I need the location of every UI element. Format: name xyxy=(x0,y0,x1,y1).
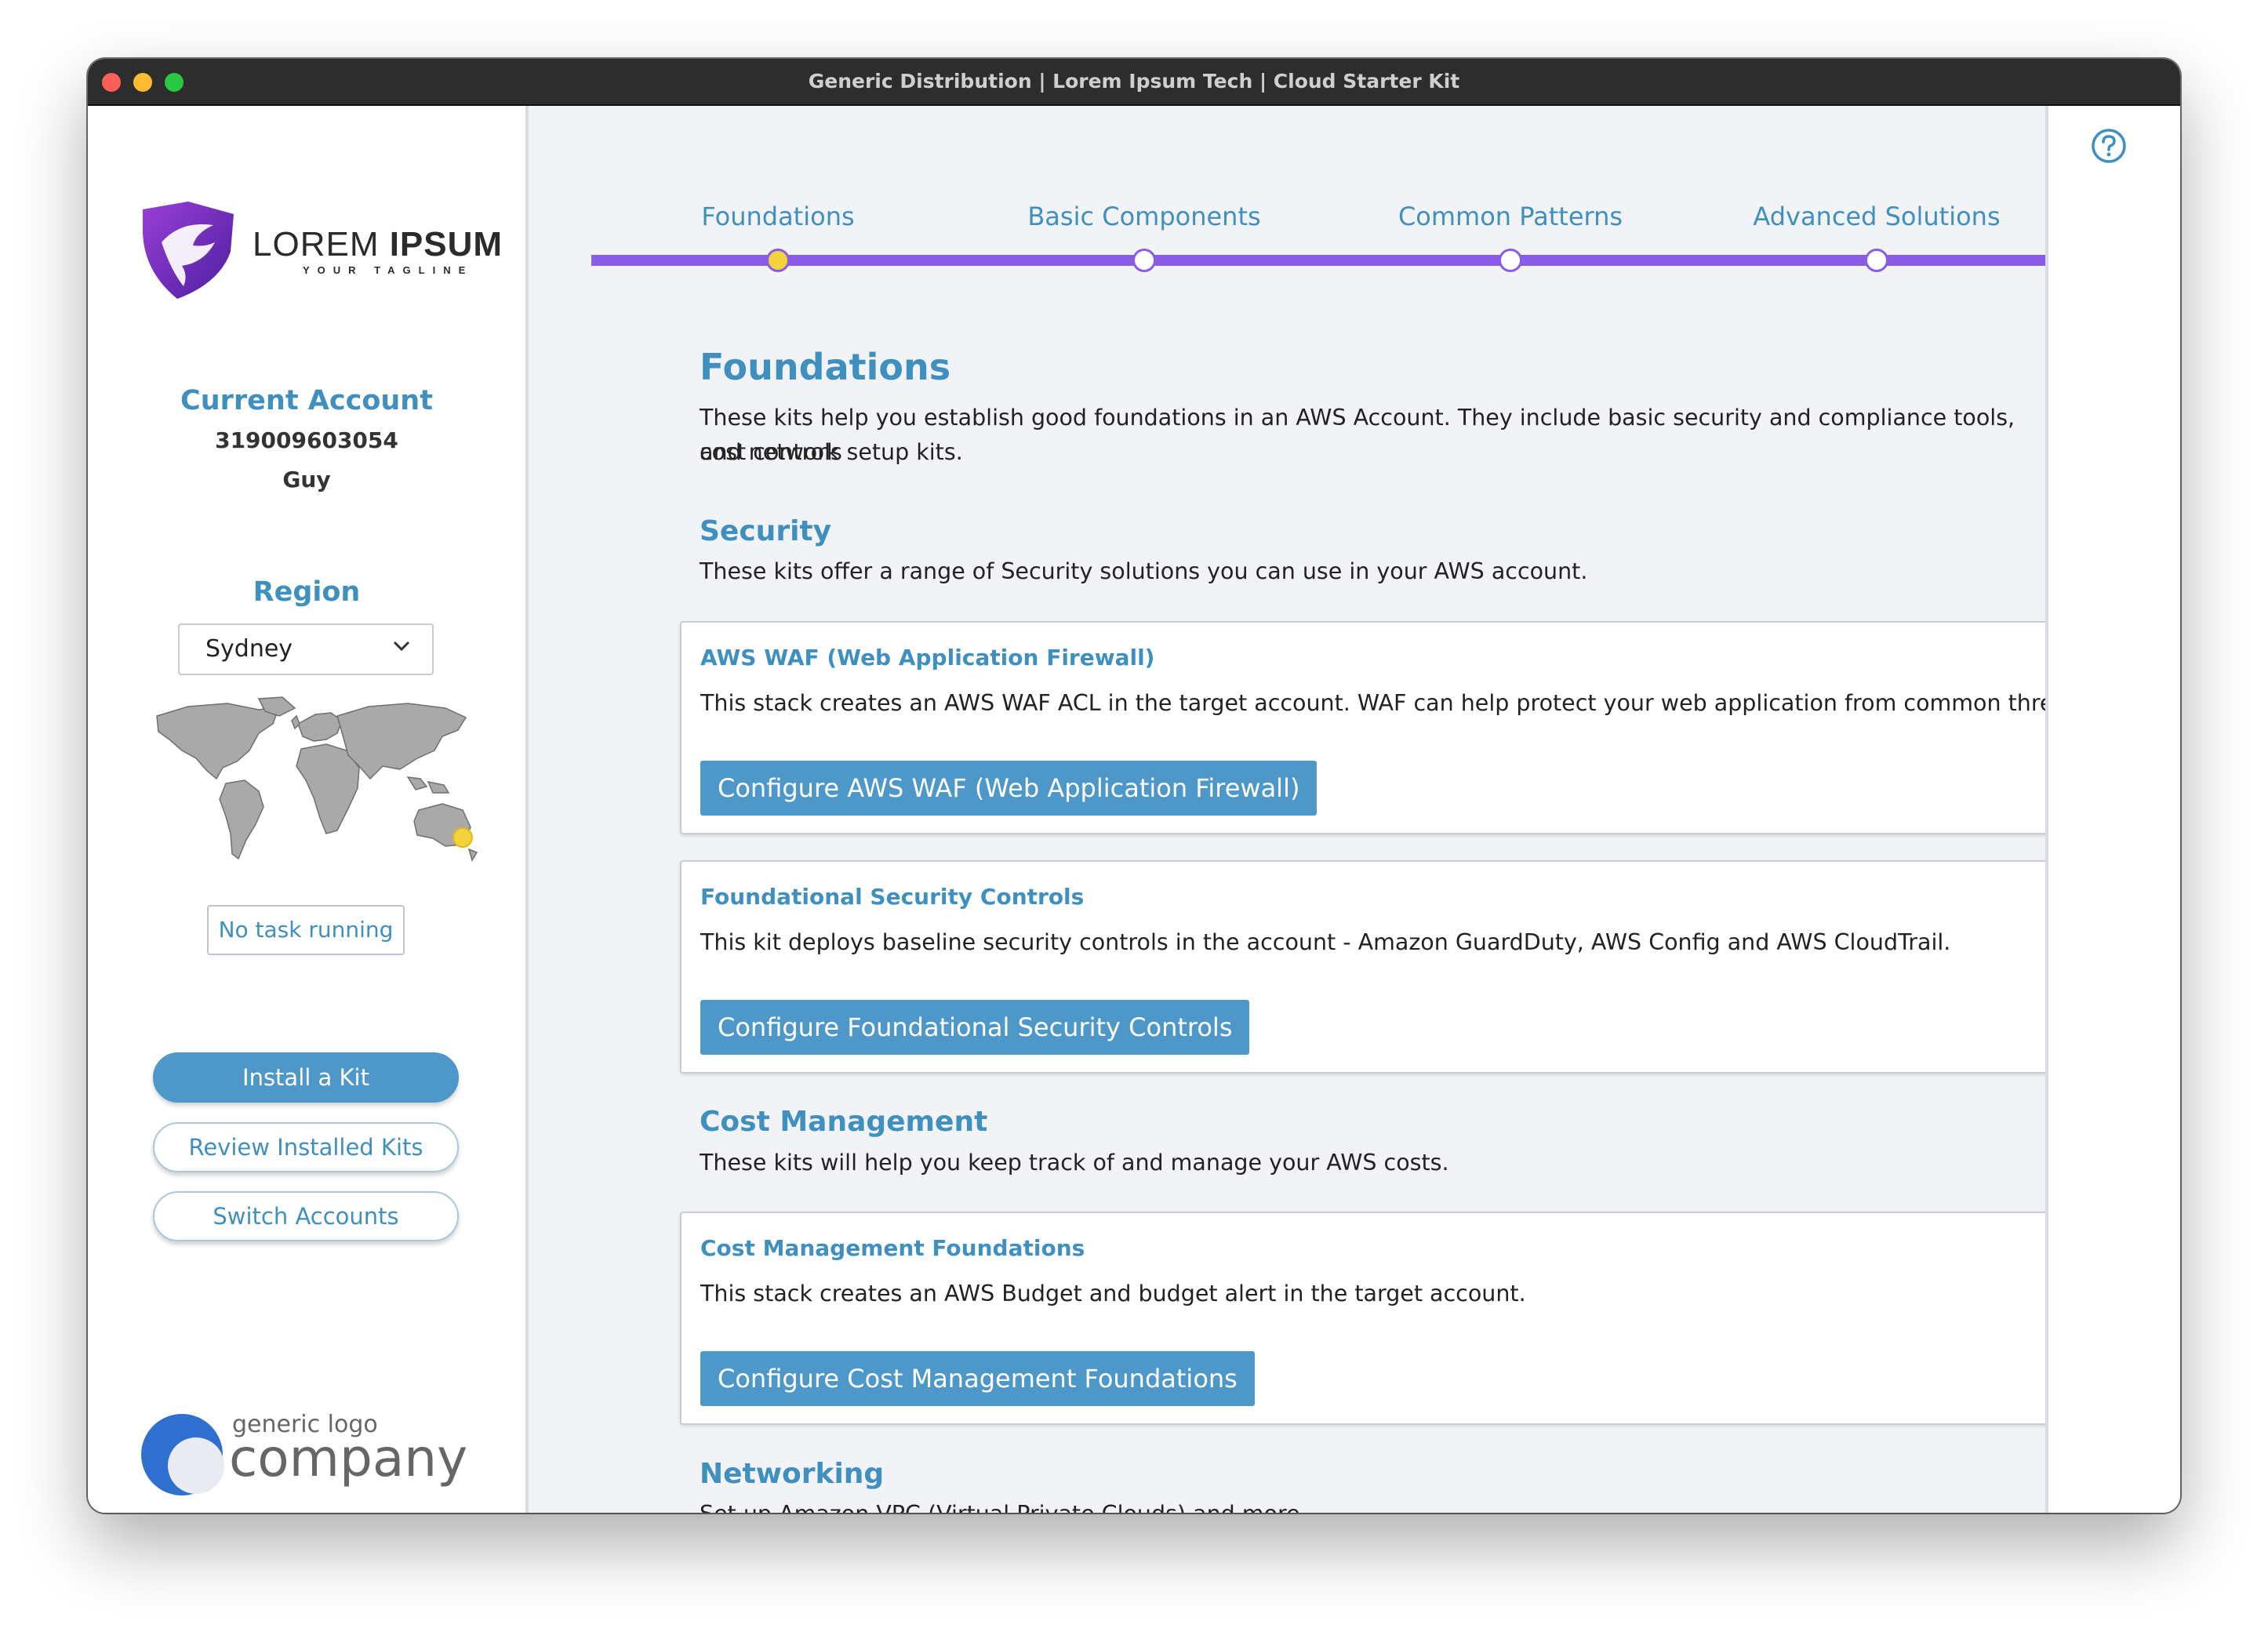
kit-card-title: Foundational Security Controls xyxy=(700,884,1085,910)
kit-card-description: This stack creates an AWS Budget and bud… xyxy=(700,1281,1526,1306)
account-name: Guy xyxy=(282,467,331,492)
brand-tagline: YOUR TAGLINE xyxy=(303,264,474,276)
region-select[interactable]: Sydney xyxy=(178,623,434,675)
kit-card-description: This kit deploys baseline security contr… xyxy=(700,929,1951,955)
app-window: Generic Distribution | Lorem Ipsum Tech … xyxy=(88,59,2180,1513)
step-dot-advanced-solutions[interactable] xyxy=(1865,249,1888,272)
kit-card-title: Cost Management Foundations xyxy=(700,1235,1085,1261)
region-select-value: Sydney xyxy=(205,635,293,663)
switch-accounts-button[interactable]: Switch Accounts xyxy=(153,1191,459,1241)
step-dot-foundations[interactable] xyxy=(766,249,790,272)
title-bar: Generic Distribution | Lorem Ipsum Tech … xyxy=(88,59,2180,106)
shield-logo-icon xyxy=(143,202,234,299)
help-circle-icon[interactable] xyxy=(2091,128,2127,164)
task-status: No task running xyxy=(207,905,405,955)
kit-card-title: AWS WAF (Web Application Firewall) xyxy=(700,645,1155,670)
security-heading: Security xyxy=(700,515,832,547)
company-logo-icon xyxy=(141,1414,224,1495)
main-content: Foundations Basic Components Common Patt… xyxy=(529,106,2045,1513)
step-advanced-solutions[interactable]: Advanced Solutions xyxy=(1753,202,2000,231)
page-title: Foundations xyxy=(700,346,951,388)
install-kit-button[interactable]: Install a Kit xyxy=(153,1052,459,1103)
intro-text-line2: and network setup kits. xyxy=(700,439,963,465)
review-installed-kits-button[interactable]: Review Installed Kits xyxy=(153,1122,459,1172)
networking-description: Set up Amazon VPC (Virtual Private Cloud… xyxy=(700,1497,1307,1513)
step-dot-common-patterns[interactable] xyxy=(1499,249,1522,272)
stepper-track xyxy=(591,255,2045,266)
account-number: 319009603054 xyxy=(215,427,398,453)
cost-management-description: These kits will help you keep track of a… xyxy=(700,1150,1449,1176)
sidebar: LOREM IPSUM YOUR TAGLINE Current Account… xyxy=(88,106,529,1513)
kit-card-foundational-security: Foundational Security Controls This kit … xyxy=(680,860,2045,1074)
brand-name: LOREM IPSUM xyxy=(253,225,503,263)
configure-cost-management-button[interactable]: Configure Cost Management Foundations xyxy=(700,1351,1255,1406)
step-basic-components[interactable]: Basic Components xyxy=(1027,202,1260,231)
step-common-patterns[interactable]: Common Patterns xyxy=(1398,202,1623,231)
company-logo-line2: company xyxy=(229,1428,468,1488)
kit-card-description: This stack creates an AWS WAF ACL in the… xyxy=(700,690,2045,716)
right-rail xyxy=(2045,106,2180,1513)
region-heading: Region xyxy=(253,576,361,608)
networking-heading: Networking xyxy=(700,1458,885,1490)
chevron-down-icon xyxy=(393,641,410,652)
kit-card-cost-management: Cost Management Foundations This stack c… xyxy=(680,1212,2045,1425)
step-dot-basic-components[interactable] xyxy=(1132,249,1156,272)
brand-logo: LOREM IPSUM YOUR TAGLINE xyxy=(138,202,502,299)
configure-aws-waf-button[interactable]: Configure AWS WAF (Web Application Firew… xyxy=(700,761,1318,816)
cost-management-heading: Cost Management xyxy=(700,1106,988,1138)
security-description: These kits offer a range of Security sol… xyxy=(700,558,1588,584)
region-marker xyxy=(453,827,473,848)
step-foundations[interactable]: Foundations xyxy=(701,202,854,231)
world-map-icon xyxy=(156,696,478,862)
configure-foundational-security-button[interactable]: Configure Foundational Security Controls xyxy=(700,1000,1250,1055)
current-account-heading: Current Account xyxy=(180,385,433,416)
window-title: Generic Distribution | Lorem Ipsum Tech … xyxy=(808,70,1460,93)
company-logo: generic logo company xyxy=(140,1411,485,1505)
kit-card-aws-waf: AWS WAF (Web Application Firewall) This … xyxy=(680,621,2045,834)
